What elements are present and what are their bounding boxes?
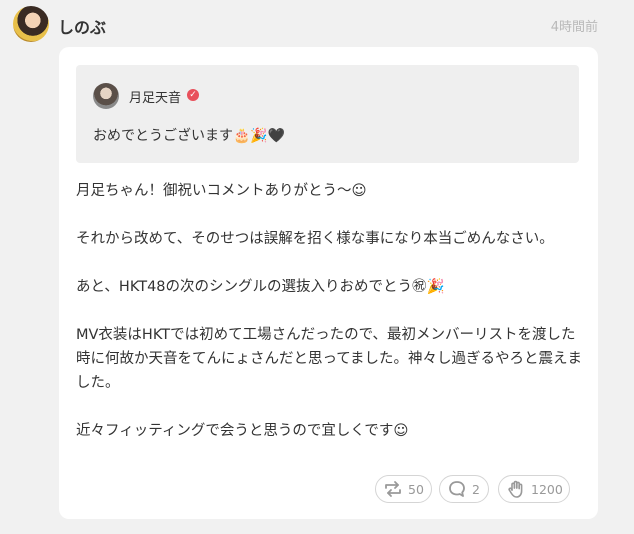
clap-count: 1200 [531, 481, 563, 497]
clap-button[interactable]: 1200 [498, 475, 570, 503]
post-body: 月足ちゃん！御祝いコメントありがとう〜☺ それから改めて、そのせつは誤解を招く様… [76, 179, 586, 467]
post-paragraph: 近々フィッティングで会うと思うので宜しくです☺ [76, 423, 409, 439]
post-header: しのぶ 4時間前 [0, 0, 634, 48]
post-paragraph: それから改めて、そのせつは誤解を招く様な事になり本当ごめんなさい。 [76, 231, 554, 247]
post-paragraph: あと、HKT48の次のシングルの選抜入りおめでとう㊗🎉 [76, 279, 445, 295]
post-timestamp: 4時間前 [550, 20, 598, 35]
verified-badge-icon: ✓ [187, 89, 199, 101]
comment-icon [446, 478, 468, 500]
quoted-post-text: おめでとうございます🎂🎉🖤 [93, 128, 286, 144]
repost-icon [382, 478, 404, 500]
author-name[interactable]: しのぶ [58, 14, 106, 38]
post-paragraph: MV衣装はHKTでは初めて工場さんだったので、最初メンバーリストを渡した時に何故… [76, 327, 583, 391]
clap-icon [505, 478, 527, 500]
repost-count: 50 [408, 481, 424, 497]
quoted-post[interactable]: 月足天音 ✓ おめでとうございます🎂🎉🖤 [76, 65, 579, 163]
repost-button[interactable]: 50 [375, 475, 432, 503]
comment-count: 2 [472, 481, 480, 497]
post-paragraph: 月足ちゃん！御祝いコメントありがとう〜☺ [76, 183, 367, 199]
comment-button[interactable]: 2 [439, 475, 489, 503]
quoted-author-name[interactable]: 月足天音 [129, 87, 181, 106]
post-card: 月足天音 ✓ おめでとうございます🎂🎉🖤 月足ちゃん！御祝いコメントありがとう〜… [59, 47, 598, 519]
author-avatar[interactable] [13, 6, 49, 42]
quoted-author-avatar[interactable] [93, 83, 119, 109]
